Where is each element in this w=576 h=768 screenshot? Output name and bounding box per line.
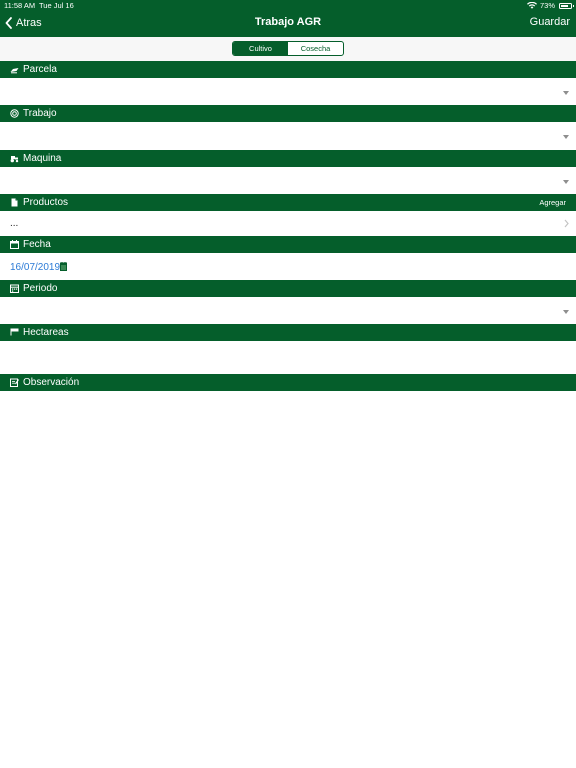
section-header-periodo: Periodo <box>0 280 576 297</box>
hectareas-input[interactable] <box>0 341 576 374</box>
target-icon <box>10 109 19 118</box>
status-time: 11:58 AM <box>4 1 36 10</box>
section-label-fecha: Fecha <box>23 238 51 250</box>
segment-cosecha[interactable]: Cosecha <box>288 42 343 55</box>
trabajo-picker[interactable] <box>0 122 576 150</box>
section-label-maquina: Maquina <box>23 152 62 164</box>
section-label-periodo: Periodo <box>23 282 58 294</box>
status-bar: 11:58 AM Tue Jul 16 73% <box>0 0 576 11</box>
section-label-trabajo: Trabajo <box>23 107 57 119</box>
flag-icon <box>10 328 19 337</box>
parcela-picker[interactable] <box>0 78 576 105</box>
dropdown-arrow-icon <box>563 91 569 95</box>
wifi-icon <box>526 2 537 9</box>
battery-percent: 73% <box>539 1 555 10</box>
dropdown-arrow-icon <box>563 310 569 314</box>
section-label-observacion: Observación <box>23 376 80 388</box>
chevron-right-icon <box>564 219 569 228</box>
dropdown-arrow-icon <box>563 135 569 139</box>
calendar-grid-icon <box>10 284 19 293</box>
segment-cultivo[interactable]: Cultivo <box>233 42 288 55</box>
tractor-plow-icon <box>10 65 19 74</box>
add-product-button[interactable]: Agregar <box>539 198 566 208</box>
section-header-fecha: Fecha <box>0 236 576 253</box>
navigation-header: 11:58 AM Tue Jul 16 73% Atras Trabajo AG… <box>0 0 576 37</box>
section-label-productos: Productos <box>23 196 69 208</box>
section-header-productos: Productos Agregar <box>0 194 576 211</box>
battery-level <box>561 4 568 7</box>
periodo-picker[interactable] <box>0 297 576 324</box>
battery-cap <box>572 5 574 7</box>
status-date: Tue Jul 16 <box>39 1 74 10</box>
calendar-picker-icon[interactable] <box>60 262 67 271</box>
dropdown-arrow-icon <box>563 180 569 184</box>
tractor-icon <box>10 154 19 163</box>
section-header-observacion: Observación <box>0 374 576 391</box>
page-title: Trabajo AGR <box>254 16 322 28</box>
observacion-textarea[interactable] <box>0 391 576 768</box>
fecha-row[interactable]: 16/07/2019 <box>0 253 576 280</box>
document-icon <box>10 198 19 207</box>
battery-icon <box>559 2 574 9</box>
section-label-parcela: Parcela <box>23 63 57 75</box>
section-header-parcela: Parcela <box>0 61 576 78</box>
calendar-icon <box>10 240 19 249</box>
productos-row[interactable]: ... <box>0 211 576 236</box>
edit-note-icon <box>10 378 19 387</box>
maquina-picker[interactable] <box>0 167 576 194</box>
date-value[interactable]: 16/07/2019 <box>10 262 60 273</box>
segment-bar: Cultivo Cosecha <box>0 37 576 61</box>
section-header-maquina: Maquina <box>0 150 576 167</box>
section-label-hectareas: Hectareas <box>23 326 69 338</box>
section-header-hectareas: Hectareas <box>0 324 576 341</box>
section-header-trabajo: Trabajo <box>0 105 576 122</box>
segmented-control: Cultivo Cosecha <box>232 41 344 56</box>
productos-value: ... <box>10 218 19 229</box>
status-indicators: 73% <box>526 0 574 11</box>
save-button[interactable]: Guardar <box>530 16 570 28</box>
